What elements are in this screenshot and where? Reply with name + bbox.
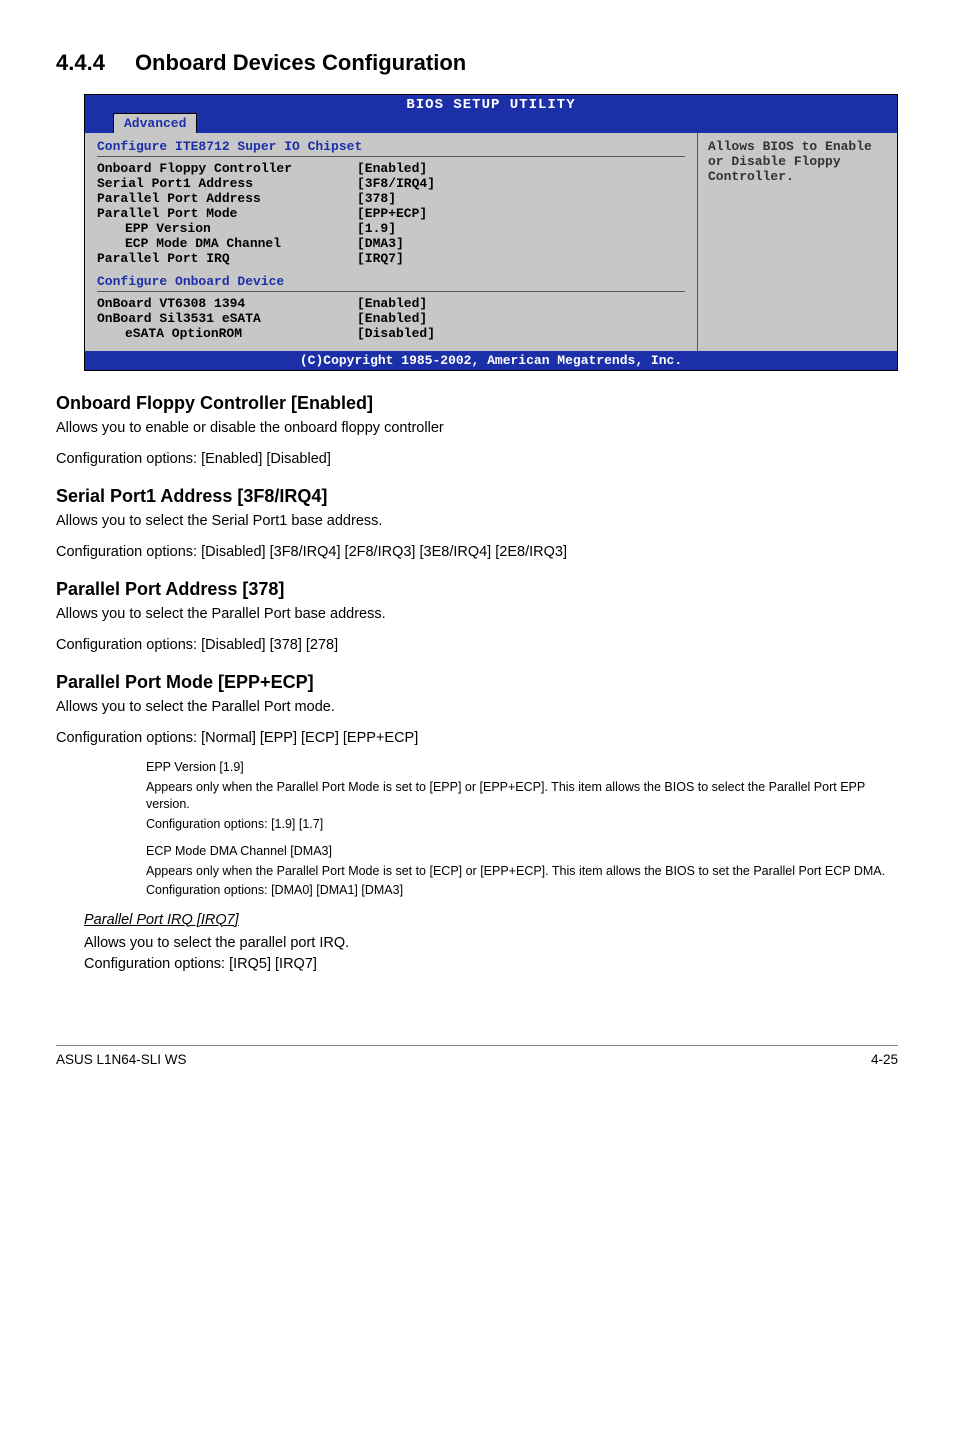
text-serial-1: Allows you to select the Serial Port1 ba… [56, 511, 898, 532]
bios-setting-row[interactable]: Parallel Port Mode[EPP+ECP] [97, 206, 685, 221]
bios-setting-row[interactable]: OnBoard Sil3531 eSATA[Enabled] [97, 311, 685, 326]
bios-setting-row[interactable]: Onboard Floppy Controller[Enabled] [97, 161, 685, 176]
bios-window: BIOS SETUP UTILITY Advanced Configure IT… [84, 94, 898, 371]
bios-setting-value: [1.9] [357, 221, 396, 236]
sub-epp-body: Appears only when the Parallel Port Mode… [146, 779, 898, 814]
bios-setting-label: Parallel Port Address [97, 191, 357, 206]
bios-setting-row[interactable]: ECP Mode DMA Channel[DMA3] [97, 236, 685, 251]
bios-setting-label: Parallel Port IRQ [97, 251, 357, 266]
heading-floppy: Onboard Floppy Controller [Enabled] [56, 393, 898, 414]
bios-setting-value: [EPP+ECP] [357, 206, 427, 221]
bios-title: BIOS SETUP UTILITY [85, 95, 897, 113]
bios-setting-value: [Enabled] [357, 311, 427, 326]
bios-setting-value: [378] [357, 191, 396, 206]
sub-ecp-body: Appears only when the Parallel Port Mode… [146, 863, 898, 881]
section-number: 4.4.4 [56, 50, 105, 76]
text-ppmode-1: Allows you to select the Parallel Port m… [56, 697, 898, 718]
sub-irq-title: Parallel Port IRQ [IRQ7] [84, 910, 898, 931]
bios-setting-value: [Enabled] [357, 296, 427, 311]
bios-setting-value: [IRQ7] [357, 251, 404, 266]
bios-setting-row[interactable]: Serial Port1 Address[3F8/IRQ4] [97, 176, 685, 191]
text-floppy-1: Allows you to enable or disable the onbo… [56, 418, 898, 439]
text-ppaddr-2: Configuration options: [Disabled] [378] … [56, 635, 898, 656]
bios-setting-value: [DMA3] [357, 236, 404, 251]
sub-epp-title: EPP Version [1.9] [146, 759, 898, 777]
footer-left: ASUS L1N64-SLI WS [56, 1052, 187, 1067]
bios-setting-row[interactable]: Parallel Port IRQ[IRQ7] [97, 251, 685, 266]
bios-copyright: (C)Copyright 1985-2002, American Megatre… [85, 351, 897, 370]
sub-ecp-title: ECP Mode DMA Channel [DMA3] [146, 843, 898, 861]
bios-help-pane: Allows BIOS to Enable or Disable Floppy … [697, 133, 897, 351]
section-heading: Onboard Devices Configuration [135, 50, 466, 75]
text-ppmode-2: Configuration options: [Normal] [EPP] [E… [56, 728, 898, 749]
bios-setting-label: eSATA OptionROM [97, 326, 357, 341]
bios-section-heading: Configure ITE8712 Super IO Chipset [97, 139, 685, 154]
tab-advanced[interactable]: Advanced [113, 113, 197, 133]
sub-irq-body: Allows you to select the parallel port I… [84, 933, 898, 954]
bios-setting-label: EPP Version [97, 221, 357, 236]
heading-ppmode: Parallel Port Mode [EPP+ECP] [56, 672, 898, 693]
bios-setting-value: [Disabled] [357, 326, 435, 341]
bios-setting-value: [3F8/IRQ4] [357, 176, 435, 191]
text-serial-2: Configuration options: [Disabled] [3F8/I… [56, 542, 898, 563]
bios-setting-label: ECP Mode DMA Channel [97, 236, 357, 251]
bios-setting-row[interactable]: OnBoard VT6308 1394[Enabled] [97, 296, 685, 311]
bios-setting-value: [Enabled] [357, 161, 427, 176]
text-floppy-2: Configuration options: [Enabled] [Disabl… [56, 449, 898, 470]
bios-left-pane: Configure ITE8712 Super IO Chipset Onboa… [85, 133, 697, 351]
heading-ppaddr: Parallel Port Address [378] [56, 579, 898, 600]
bios-subheading: Configure Onboard Device [97, 274, 685, 289]
heading-serial: Serial Port1 Address [3F8/IRQ4] [56, 486, 898, 507]
bios-setting-row[interactable]: eSATA OptionROM[Disabled] [97, 326, 685, 341]
section-title: 4.4.4 Onboard Devices Configuration [56, 50, 898, 76]
sub-irq-conf: Configuration options: [IRQ5] [IRQ7] [84, 954, 898, 975]
sub-ecp-conf: Configuration options: [DMA0] [DMA1] [DM… [146, 882, 898, 900]
page-footer: ASUS L1N64-SLI WS 4-25 [56, 1045, 898, 1067]
bios-setting-label: OnBoard VT6308 1394 [97, 296, 357, 311]
sub-epp-conf: Configuration options: [1.9] [1.7] [146, 816, 898, 834]
bios-setting-row[interactable]: EPP Version[1.9] [97, 221, 685, 236]
bios-setting-label: Onboard Floppy Controller [97, 161, 357, 176]
bios-setting-label: Serial Port1 Address [97, 176, 357, 191]
footer-right: 4-25 [871, 1052, 898, 1067]
bios-setting-row[interactable]: Parallel Port Address[378] [97, 191, 685, 206]
bios-setting-label: Parallel Port Mode [97, 206, 357, 221]
text-ppaddr-1: Allows you to select the Parallel Port b… [56, 604, 898, 625]
bios-setting-label: OnBoard Sil3531 eSATA [97, 311, 357, 326]
bios-tab-row: Advanced [85, 113, 897, 133]
